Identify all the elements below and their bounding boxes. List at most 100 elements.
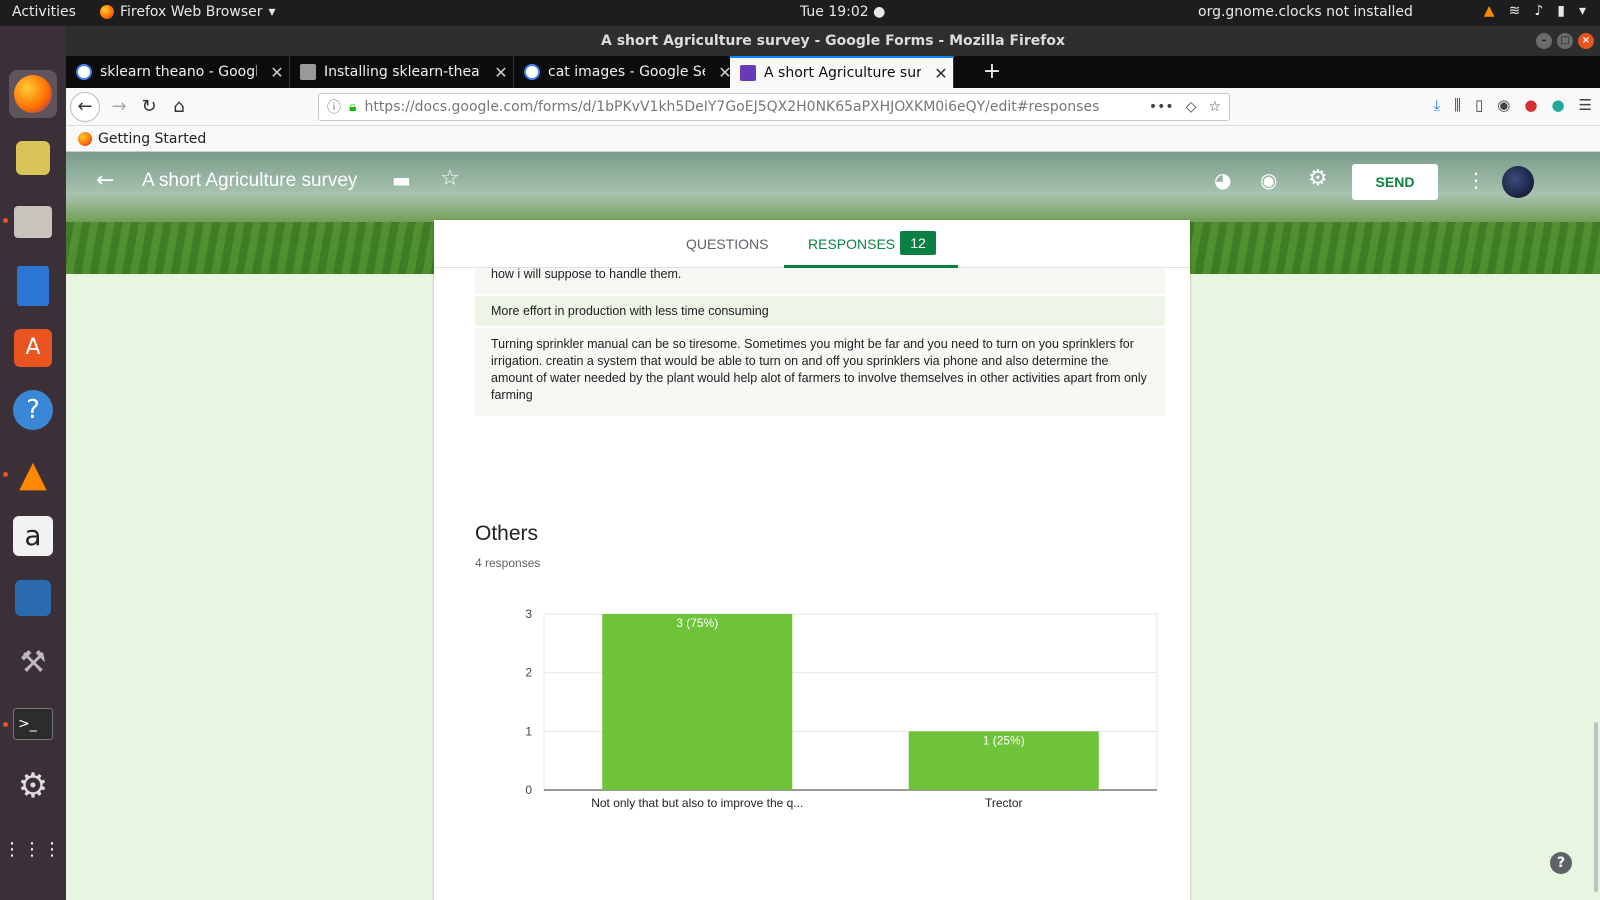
pocket-icon[interactable]: ◇ [1186, 99, 1197, 115]
y-tick-label: 0 [525, 783, 532, 797]
y-tick-label: 2 [525, 666, 532, 680]
sidebar-icon[interactable]: ▯ [1475, 96, 1483, 114]
menu-icon[interactable]: ☰ [1579, 96, 1592, 114]
preview-eye-icon[interactable]: ◉ [1260, 168, 1277, 192]
close-tab-icon[interactable]: ✕ [489, 63, 513, 82]
y-tick-label: 1 [525, 724, 532, 738]
browser-tab-active[interactable]: A short Agriculture surve ✕ [730, 56, 954, 88]
amazon-icon: a [13, 516, 53, 556]
info-icon[interactable]: ⓘ [327, 97, 341, 117]
avatar[interactable] [1502, 166, 1534, 198]
home-button[interactable]: ⌂ [166, 94, 192, 120]
form-title[interactable]: A short Agriculture survey [142, 170, 357, 192]
launcher-dock: A ? ▲ a ⚒ >_ ⚙ ⋮⋮⋮ [0, 26, 66, 900]
close-tab-icon[interactable]: ✕ [929, 64, 953, 83]
close-tab-icon[interactable]: ✕ [265, 63, 289, 82]
software-launcher[interactable]: A [9, 324, 57, 372]
arrow-back-icon[interactable]: ← [96, 168, 114, 193]
system-tray[interactable]: ▲ ≋ ♪ ▮ ▾ [1484, 3, 1586, 19]
rhythmbox-launcher[interactable] [9, 134, 57, 182]
bookmark-getting-started[interactable]: Getting Started [98, 131, 206, 147]
tab-strip: sklearn theano - Google S ✕ Installing s… [66, 56, 1600, 88]
disks-launcher[interactable]: ⚒ [9, 638, 57, 686]
tab-responses[interactable]: RESPONSES [808, 236, 895, 252]
browser-tab[interactable]: Installing sklearn-theano ✕ [290, 56, 514, 88]
activities-button[interactable]: Activities [12, 4, 76, 20]
app-menu-label: Firefox Web Browser [120, 4, 263, 20]
terminal-icon: >_ [13, 708, 53, 740]
vlc-launcher[interactable]: ▲ [9, 450, 57, 498]
responses-count-badge: 12 [900, 231, 936, 255]
folder-icon[interactable]: ▬ [392, 168, 411, 192]
more-vert-icon[interactable]: ⋮ [1466, 168, 1486, 192]
gear-icon: ⚙ [17, 766, 49, 806]
page-content: ← A short Agriculture survey ▬ ☆ ◕ ◉ ⚙ S… [66, 152, 1600, 900]
battery-icon[interactable]: ▮ [1557, 3, 1565, 19]
download-icon[interactable]: ⤓ [1433, 96, 1440, 114]
show-apps-button[interactable]: ⋮⋮⋮ [3, 826, 61, 874]
google-icon [76, 64, 92, 80]
forward-button[interactable]: → [106, 94, 132, 120]
music-icon [16, 141, 50, 175]
firefox-launcher[interactable] [9, 70, 57, 118]
minimize-button[interactable]: – [1536, 33, 1552, 49]
address-bar[interactable]: ⓘ 🔒︎ https://docs.google.com/forms/d/1bP… [318, 93, 1230, 121]
star-icon[interactable]: ☆ [440, 166, 460, 191]
extension-icon[interactable]: ● [1551, 96, 1564, 114]
vlc-tray-icon[interactable]: ▲ [1484, 3, 1495, 19]
help-launcher[interactable]: ? [9, 386, 57, 434]
writer-launcher[interactable] [9, 262, 57, 310]
text-response: More effort in production with less time… [475, 296, 1165, 326]
clock-label: Tue 19:02 [800, 4, 869, 20]
text-response: Turning sprinkler manual can be so tires… [475, 328, 1165, 416]
settings-gear-icon[interactable]: ⚙ [1308, 166, 1328, 191]
wifi-icon[interactable]: ≋ [1509, 3, 1521, 19]
firefox-icon [14, 75, 52, 113]
tab-title: cat images - Google Sear [548, 64, 705, 80]
terminal-launcher[interactable]: >_ [9, 700, 57, 748]
clock[interactable]: Tue 19:02 ● [800, 4, 885, 20]
browser-tab[interactable]: cat images - Google Sear ✕ [514, 56, 738, 88]
tab-title: A short Agriculture surve [764, 65, 921, 81]
reload-button[interactable]: ↻ [136, 94, 162, 120]
question-title: Others [475, 522, 539, 545]
settings-launcher[interactable]: ⚙ [9, 762, 57, 810]
status-message: org.gnome.clocks not installed [1198, 4, 1413, 20]
store-icon: A [14, 329, 52, 367]
code-icon [15, 580, 51, 616]
page-actions-icon[interactable]: ••• [1149, 99, 1174, 115]
grid-icon: ⋮⋮⋮ [3, 839, 63, 860]
vscode-launcher[interactable] [9, 574, 57, 622]
tab-questions[interactable]: QUESTIONS [686, 236, 768, 252]
browser-tab[interactable]: sklearn theano - Google S ✕ [66, 56, 290, 88]
form-header: ← A short Agriculture survey ▬ ☆ ◕ ◉ ⚙ S… [66, 160, 1600, 204]
wrench-icon: ⚒ [19, 644, 47, 680]
caret-down-icon: ▾ [268, 4, 276, 20]
volume-icon[interactable]: ♪ [1534, 3, 1543, 19]
palette-icon[interactable]: ◕ [1214, 168, 1231, 192]
new-tab-button[interactable]: + [978, 58, 1006, 86]
amazon-launcher[interactable]: a [9, 512, 57, 560]
window-controls: – □ × [1536, 33, 1594, 49]
help-icon[interactable]: ? [1550, 852, 1572, 874]
x-category-label: Not only that but also to improve the q.… [591, 796, 803, 810]
running-indicator [3, 218, 8, 223]
library-icon[interactable]: ⫼ [1454, 96, 1461, 114]
back-button[interactable]: ← [70, 92, 100, 122]
close-button[interactable]: × [1578, 33, 1594, 49]
maximize-button[interactable]: □ [1557, 33, 1573, 49]
files-launcher[interactable] [9, 198, 57, 246]
window-title: A short Agriculture survey - Google Form… [601, 33, 1065, 49]
url-text: https://docs.google.com/forms/d/1bPKvV1k… [364, 99, 1100, 115]
bookmark-star-icon[interactable]: ☆ [1208, 99, 1221, 115]
y-tick-label: 3 [525, 607, 532, 621]
tab-title: sklearn theano - Google S [100, 64, 257, 80]
scrollbar-thumb[interactable] [1594, 722, 1598, 892]
send-button[interactable]: SEND [1352, 164, 1438, 200]
account-icon[interactable]: ◉ [1497, 96, 1510, 114]
toolbar-right: ⤓ ⫼ ▯ ◉ ● ● ☰ [1433, 96, 1592, 114]
extension-icon[interactable]: ● [1524, 96, 1537, 114]
x-category-label: Trector [985, 796, 1023, 810]
caret-down-icon[interactable]: ▾ [1579, 3, 1586, 19]
app-menu[interactable]: Firefox Web Browser ▾ [100, 4, 276, 20]
